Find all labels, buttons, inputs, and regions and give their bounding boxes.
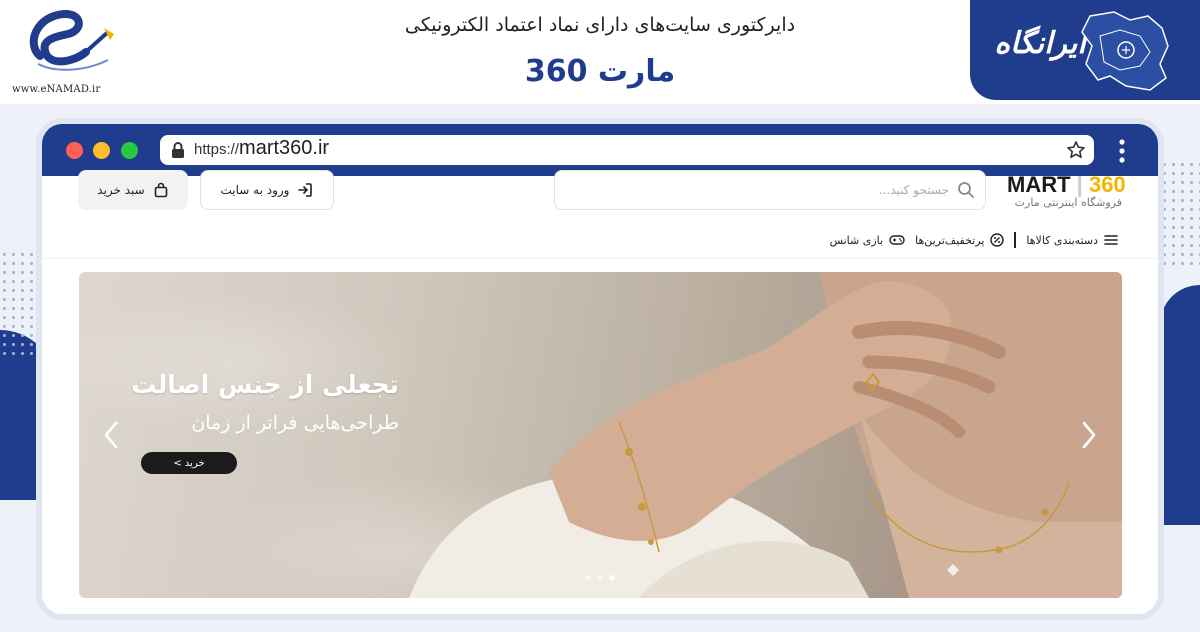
nav-item-categories[interactable]: دسته‌بندی کالاها [1026, 234, 1118, 247]
decor-dots-left [0, 250, 40, 360]
browser-toolbar: https://mart360.ir [42, 124, 1158, 176]
url-protocol: https:// [194, 141, 240, 158]
slider-dots [585, 575, 615, 581]
url-text: https://mart360.ir [194, 137, 329, 160]
url-domain: mart360.ir [239, 137, 330, 159]
decor-dots-right [1160, 160, 1200, 270]
decor-shape-right [1160, 285, 1200, 525]
enamad-e-icon [29, 10, 114, 71]
chevron-left-icon[interactable] [101, 420, 121, 450]
hamburger-icon [1104, 235, 1118, 245]
slider-dot-active[interactable] [609, 575, 615, 581]
site-logo[interactable]: MART | 360 فروشگاه اینترنتی مارت [1002, 172, 1142, 216]
star-icon[interactable] [1066, 140, 1086, 160]
irangah-badge[interactable]: ایرانگاه [970, 0, 1200, 100]
nav-lucky-game-label: بازی شانس [829, 233, 884, 247]
cart-button[interactable]: سبد خرید [78, 170, 188, 210]
nav-categories-label: دسته‌بندی کالاها [1026, 233, 1098, 247]
maximize-window-button[interactable] [121, 142, 138, 159]
site-tagline: فروشگاه اینترنتی مارت [1014, 196, 1122, 209]
address-bar[interactable]: https://mart360.ir [160, 135, 1094, 165]
browser-window: https://mart360.ir MART | 360 فروشگاه ای… [42, 124, 1158, 614]
page-title: دایرکتوری سایت‌های دارای نماد اعتماد الک… [404, 14, 796, 36]
enamad-logo[interactable]: www.eNAMAD.ir [8, 4, 118, 100]
nav-item-discounts[interactable]: پرتخفیف‌ترین‌ها [915, 233, 1005, 247]
directory-header: www.eNAMAD.ir دایرکتوری سایت‌های دارای ن… [0, 0, 1200, 104]
discount-icon [990, 233, 1005, 247]
enamad-url: www.eNAMAD.ir [12, 84, 101, 95]
search-box[interactable] [554, 170, 986, 210]
login-button[interactable]: ورود به سایت [200, 170, 334, 210]
cart-label: سبد خرید [97, 183, 145, 197]
lock-icon [172, 142, 184, 158]
slider-dot[interactable] [585, 575, 591, 581]
page-subtitle: مارت 360 [524, 54, 676, 89]
search-icon[interactable] [957, 181, 975, 199]
chevron-right-icon[interactable] [1079, 420, 1099, 450]
iran-map-icon [1081, 11, 1169, 91]
nav-separator [1014, 232, 1017, 248]
brand-number: 360 [1088, 172, 1126, 197]
website-content: MART | 360 فروشگاه اینترنتی مارت ورود به… [42, 170, 1158, 614]
nav-divider [42, 258, 1158, 259]
slider-dot[interactable] [597, 575, 603, 581]
main-nav: دسته‌بندی کالاها پرتخفیف‌ترین‌ها بازی شا… [742, 228, 1118, 252]
brand-text: MART [1007, 172, 1071, 197]
nav-discounts-label: پرتخفیف‌ترین‌ها [915, 233, 985, 247]
hero-subtitle: طراحی‌هایی فراتر از زمان [191, 412, 399, 434]
hero-slider[interactable]: تجعلی از جنس اصالت طراحی‌هایی فراتر از ز… [79, 272, 1122, 598]
search-input[interactable] [589, 179, 949, 201]
login-label: ورود به سایت [220, 183, 290, 197]
hero-title: تجعلی از جنس اصالت [131, 370, 399, 399]
close-window-button[interactable] [66, 142, 83, 159]
minimize-window-button[interactable] [93, 142, 110, 159]
gamepad-icon [889, 235, 905, 245]
hero-shop-button[interactable]: خرید > [141, 452, 237, 474]
kebab-menu-icon[interactable] [1118, 138, 1126, 164]
site-logo-text: MART | 360 [1007, 172, 1126, 197]
shopping-bag-icon [154, 182, 168, 198]
hero-model-image [409, 272, 1122, 598]
login-icon [298, 183, 313, 197]
nav-item-lucky-game[interactable]: بازی شانس [830, 234, 906, 247]
